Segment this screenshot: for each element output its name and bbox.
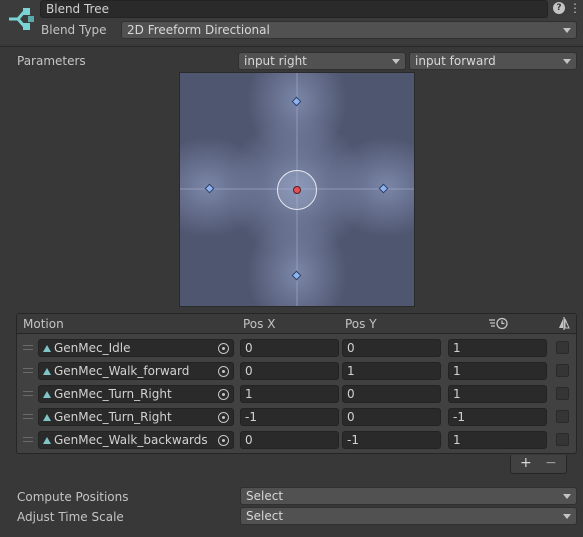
motion-name: GenMec_Walk_forward [54,364,190,378]
motion-name: GenMec_Turn_Right [54,387,172,401]
mirror-checkbox[interactable] [556,364,569,377]
motion-field[interactable]: GenMec_Idle [38,339,234,357]
object-picker-icon[interactable] [218,343,229,354]
chevron-down-icon [563,59,571,64]
pos-y-field[interactable]: 0 [342,385,441,403]
column-pos-y: Pos Y [345,317,377,331]
motion-row: GenMec_Walk_forward 0 1 1 [17,360,576,382]
animation-clip-icon [43,414,51,421]
speed-field[interactable]: 1 [448,339,547,357]
pos-y-field[interactable]: 1 [342,362,441,380]
parameter-x-dropdown[interactable]: input right [238,52,406,70]
current-position-marker[interactable] [293,186,301,194]
blend-sample-point[interactable] [378,183,389,194]
time-speed-icon [489,317,508,330]
blend-tree-name-field[interactable]: Blend Tree [40,0,548,18]
motion-list: Motion Pos X Pos Y GenMec_Idle 0 0 1 GenMec_… [16,313,577,454]
mirror-checkbox[interactable] [556,387,569,400]
compute-positions-dropdown[interactable]: Select [240,487,577,505]
motion-row: GenMec_Turn_Right -1 0 -1 [17,406,576,428]
drag-handle-icon[interactable] [23,345,33,350]
animation-clip-icon [43,437,51,444]
mirror-checkbox[interactable] [556,410,569,423]
speed-field[interactable]: -1 [448,408,547,426]
parameter-x-value: input right [244,54,307,68]
motion-list-header: Motion Pos X Pos Y [17,314,576,334]
remove-motion-button[interactable]: − [545,455,557,471]
mirror-checkbox[interactable] [556,341,569,354]
parameters-label: Parameters [17,54,86,68]
blend-space-graph[interactable] [179,72,415,307]
chevron-down-icon [563,28,571,33]
speed-field[interactable]: 1 [448,362,547,380]
kebab-menu-icon[interactable]: ⋮ [569,1,581,15]
motion-name: GenMec_Turn_Right [54,410,172,424]
pos-x-field[interactable]: 0 [240,339,339,357]
drag-handle-icon[interactable] [23,391,33,396]
motion-row: GenMec_Walk_backwards 0 -1 1 [17,429,576,451]
object-picker-icon[interactable] [218,412,229,423]
animation-clip-icon [43,345,51,352]
pos-y-field[interactable]: 0 [342,339,441,357]
pos-x-field[interactable]: 0 [240,362,339,380]
chevron-down-icon [392,59,400,64]
column-pos-x: Pos X [243,317,276,331]
chevron-down-icon [563,514,571,519]
adjust-time-scale-label: Adjust Time Scale [17,510,124,524]
speed-field[interactable]: 1 [448,385,547,403]
motion-field[interactable]: GenMec_Turn_Right [38,385,234,403]
blend-sample-point[interactable] [291,96,302,107]
motion-field[interactable]: GenMec_Turn_Right [38,408,234,426]
adjust-time-scale-dropdown[interactable]: Select [240,507,577,525]
compute-positions-value: Select [246,489,284,503]
speed-field[interactable]: 1 [448,431,547,449]
column-motion: Motion [23,317,64,331]
blend-type-value: 2D Freeform Directional [127,23,270,37]
adjust-time-scale-value: Select [246,509,284,523]
blend-sample-point[interactable] [291,270,302,281]
blend-type-dropdown[interactable]: 2D Freeform Directional [121,21,577,39]
mirror-checkbox[interactable] [556,433,569,446]
pos-y-field[interactable]: -1 [342,431,441,449]
pos-y-field[interactable]: 0 [342,408,441,426]
animation-clip-icon [43,368,51,375]
motion-name: GenMec_Idle [54,341,131,355]
pos-x-field[interactable]: 0 [240,431,339,449]
pos-x-field[interactable]: -1 [240,408,339,426]
object-picker-icon[interactable] [218,435,229,446]
add-motion-button[interactable]: + [520,455,532,471]
blend-sample-point[interactable] [204,183,215,194]
pos-x-field[interactable]: 1 [240,385,339,403]
blend-type-label: Blend Type [41,23,107,37]
drag-handle-icon[interactable] [23,437,33,442]
compute-positions-label: Compute Positions [17,490,129,504]
mirror-icon [559,317,570,330]
blend-tree-header: Blend Tree ? ⋮ Blend Type 2D Freeform Di… [0,0,583,44]
parameter-y-dropdown[interactable]: input forward [409,52,577,70]
chevron-down-icon [563,494,571,499]
motion-row: GenMec_Turn_Right 1 0 1 [17,383,576,405]
header-divider [0,46,583,47]
animation-clip-icon [43,391,51,398]
help-icon[interactable]: ? [553,2,565,14]
drag-handle-icon[interactable] [23,368,33,373]
motion-field[interactable]: GenMec_Walk_backwards [38,431,234,449]
drag-handle-icon[interactable] [23,414,33,419]
object-picker-icon[interactable] [218,389,229,400]
add-remove-footer: + − [510,455,567,474]
motion-row: GenMec_Idle 0 0 1 [17,337,576,359]
motion-name: GenMec_Walk_backwards [54,433,208,447]
object-picker-icon[interactable] [218,366,229,377]
parameter-y-value: input forward [415,54,496,68]
motion-field[interactable]: GenMec_Walk_forward [38,362,234,380]
blend-tree-icon [9,8,34,30]
